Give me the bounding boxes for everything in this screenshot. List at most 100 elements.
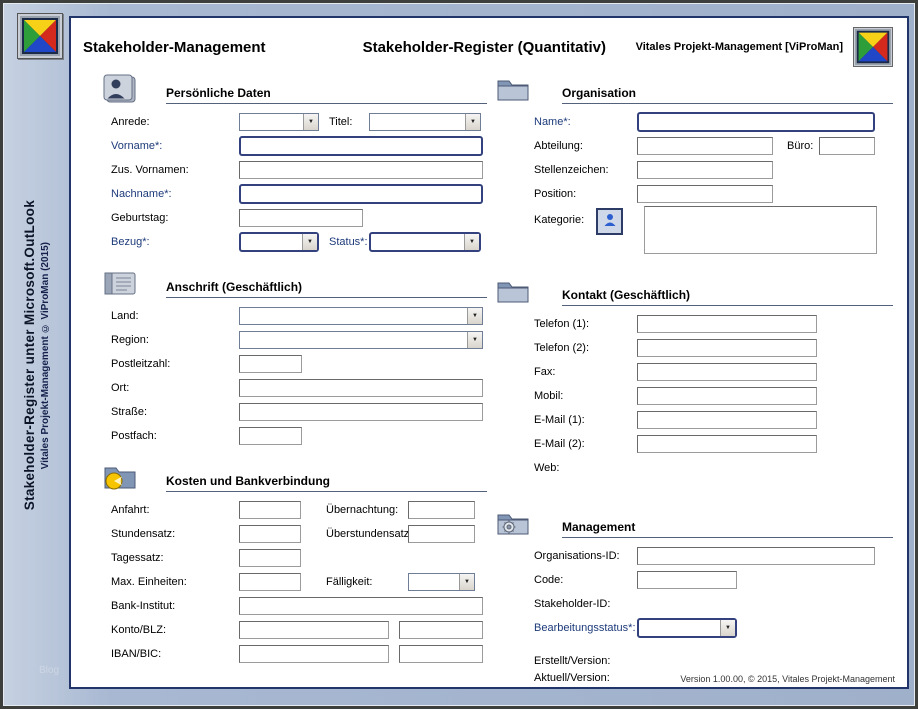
- max-einheiten-input[interactable]: [239, 573, 301, 591]
- folder-icon: [494, 276, 532, 306]
- bic-input[interactable]: [399, 645, 483, 663]
- name-input[interactable]: [637, 112, 875, 132]
- strasse-label: Straße:: [111, 406, 239, 418]
- telefon2-label: Telefon (2):: [534, 342, 637, 354]
- code-input[interactable]: [637, 571, 737, 589]
- vorname-label: Vorname*:: [111, 140, 239, 152]
- anfahrt-input[interactable]: [239, 501, 301, 519]
- address-card-icon: [101, 268, 139, 298]
- fax-input[interactable]: [637, 363, 817, 381]
- region-label: Region:: [111, 334, 239, 346]
- ueberstundensatz-label: Überstundensatz:: [326, 528, 408, 540]
- postleitzahl-input[interactable]: [239, 355, 302, 373]
- postleitzahl-label: Postleitzahl:: [111, 358, 239, 370]
- email1-input[interactable]: [637, 411, 817, 429]
- folder-gear-icon: [494, 508, 532, 538]
- bearbeitungsstatus-select[interactable]: ▼: [637, 618, 737, 638]
- section-title: Anschrift (Geschäftlich): [166, 280, 487, 298]
- chevron-down-icon[interactable]: ▼: [459, 574, 474, 590]
- telefon1-label: Telefon (1):: [534, 318, 637, 330]
- mobil-label: Mobil:: [534, 390, 637, 402]
- stellenzeichen-input[interactable]: [637, 161, 773, 179]
- chevron-down-icon[interactable]: ▼: [303, 114, 318, 130]
- page-title-center: Stakeholder-Register (Quantitativ): [333, 39, 636, 56]
- section-title: Kosten und Bankverbindung: [166, 474, 487, 492]
- nachname-label: Nachname*:: [111, 188, 239, 200]
- bezug-label: Bezug*:: [111, 236, 239, 248]
- vorname-input[interactable]: [239, 136, 483, 156]
- folder-icon: [494, 74, 532, 104]
- geburtstag-label: Geburtstag:: [111, 212, 239, 224]
- name-label: Name*:: [534, 116, 637, 128]
- land-label: Land:: [111, 310, 239, 322]
- konto-input[interactable]: [239, 621, 389, 639]
- geburtstag-input[interactable]: [239, 209, 363, 227]
- uebernachtung-input[interactable]: [408, 501, 475, 519]
- blz-input[interactable]: [399, 621, 483, 639]
- sidebar: Stakeholder-Register unter Microsoft.Out…: [3, 3, 69, 706]
- section-title: Persönliche Daten: [166, 86, 487, 104]
- stundensatz-input[interactable]: [239, 525, 301, 543]
- section-organisation: Organisation Name*: Abteilung: Büro: Ste…: [487, 72, 893, 262]
- tagessatz-label: Tagessatz:: [111, 552, 239, 564]
- iban-input[interactable]: [239, 645, 389, 663]
- faelligkeit-label: Fälligkeit:: [326, 576, 408, 588]
- buero-input[interactable]: [819, 137, 875, 155]
- sidebar-vertical-title: Stakeholder-Register unter Microsoft.Out…: [9, 69, 63, 642]
- telefon2-input[interactable]: [637, 339, 817, 357]
- chevron-down-icon[interactable]: ▼: [465, 114, 480, 130]
- region-select[interactable]: ▼: [239, 331, 483, 349]
- form-header: Stakeholder-Management Stakeholder-Regis…: [83, 24, 893, 70]
- status-label: Status*:: [329, 236, 369, 248]
- version-text: Version 1.00.00, © 2015, Vitales Projekt…: [680, 674, 895, 684]
- zus-vornamen-input[interactable]: [239, 161, 483, 179]
- bearbeitungsstatus-label: Bearbeitungsstatus*:: [534, 622, 637, 634]
- code-label: Code:: [534, 574, 637, 586]
- abteilung-input[interactable]: [637, 137, 773, 155]
- stellenzeichen-label: Stellenzeichen:: [534, 164, 637, 176]
- email2-input[interactable]: [637, 435, 817, 453]
- strasse-input[interactable]: [239, 403, 483, 421]
- section-title: Management: [562, 520, 893, 538]
- money-folder-icon: [101, 462, 139, 492]
- sidebar-title-line2: Vitales Projekt-Management © ViProMan (2…: [40, 242, 51, 469]
- chevron-down-icon[interactable]: ▼: [467, 332, 482, 348]
- section-title: Kontakt (Geschäftlich): [562, 288, 893, 306]
- stakeholder-id-label: Stakeholder-ID:: [534, 598, 637, 610]
- blog-link[interactable]: Blog: [39, 665, 59, 676]
- nachname-input[interactable]: [239, 184, 483, 204]
- position-input[interactable]: [637, 185, 773, 203]
- erstellt-version-label: Erstellt/Version:: [534, 655, 637, 667]
- ueberstundensatz-input[interactable]: [408, 525, 475, 543]
- ort-label: Ort:: [111, 382, 239, 394]
- postfach-input[interactable]: [239, 427, 302, 445]
- anrede-label: Anrede:: [111, 116, 239, 128]
- tagessatz-input[interactable]: [239, 549, 301, 567]
- sidebar-title-line1: Stakeholder-Register unter Microsoft.Out…: [22, 200, 37, 510]
- viproman-logo: [853, 27, 893, 67]
- status-select[interactable]: ▼: [369, 232, 481, 252]
- faelligkeit-select[interactable]: ▼: [408, 573, 475, 591]
- telefon1-input[interactable]: [637, 315, 817, 333]
- mobil-input[interactable]: [637, 387, 817, 405]
- bezug-select[interactable]: ▼: [239, 232, 319, 252]
- kategorie-label: Kategorie:: [534, 206, 596, 226]
- organisations-id-label: Organisations-ID:: [534, 550, 637, 562]
- email2-label: E-Mail (2):: [534, 438, 637, 450]
- chevron-down-icon[interactable]: ▼: [467, 308, 482, 324]
- land-select[interactable]: ▼: [239, 307, 483, 325]
- kategorie-textarea[interactable]: [644, 206, 877, 254]
- bank-institut-input[interactable]: [239, 597, 483, 615]
- person-bust-icon: [101, 74, 139, 104]
- titel-select[interactable]: ▼: [369, 113, 481, 131]
- chevron-down-icon[interactable]: ▼: [302, 234, 317, 250]
- ort-input[interactable]: [239, 379, 483, 397]
- fax-label: Fax:: [534, 366, 637, 378]
- email1-label: E-Mail (1):: [534, 414, 637, 426]
- chevron-down-icon[interactable]: ▼: [464, 234, 479, 250]
- chevron-down-icon[interactable]: ▼: [720, 620, 735, 636]
- kategorie-button[interactable]: [596, 208, 623, 235]
- anrede-select[interactable]: ▼: [239, 113, 319, 131]
- konto-blz-label: Konto/BLZ:: [111, 624, 239, 636]
- organisations-id-input[interactable]: [637, 547, 875, 565]
